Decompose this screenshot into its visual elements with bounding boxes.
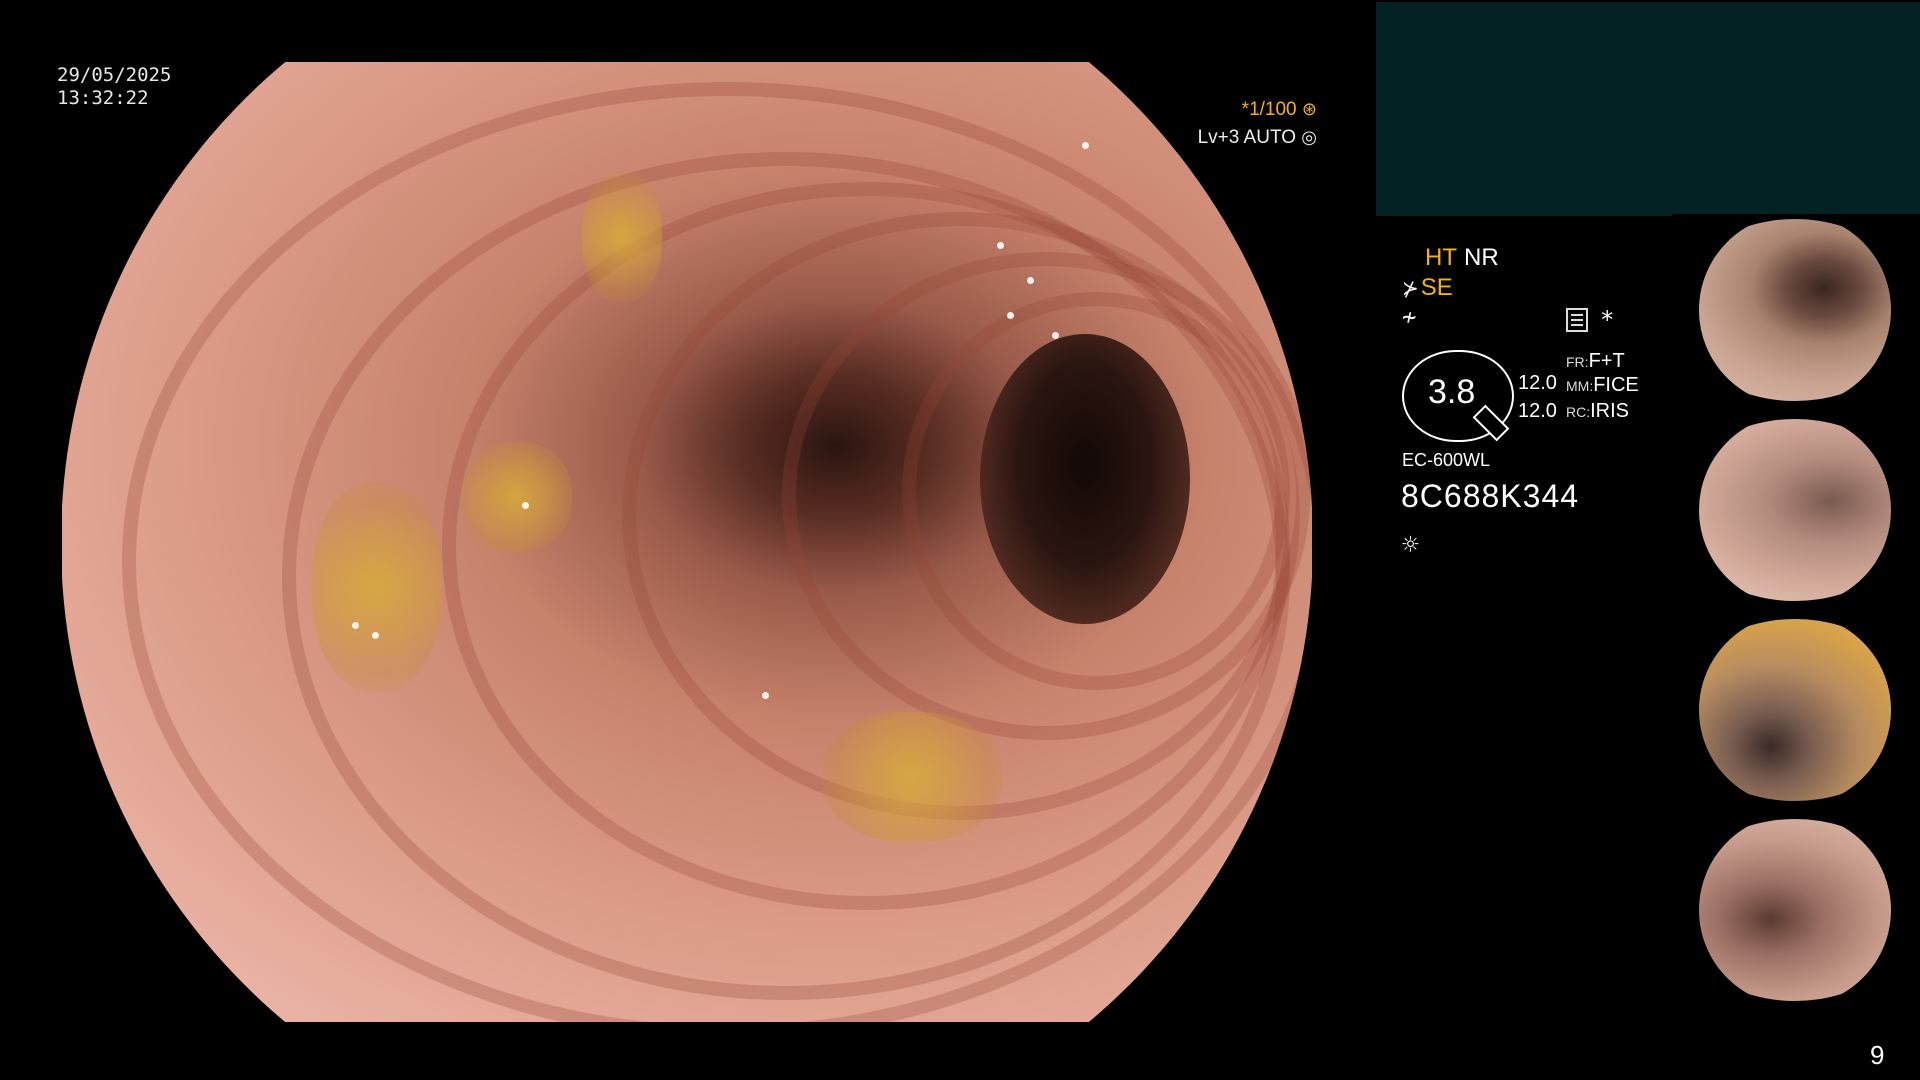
stool-residue xyxy=(582,172,662,302)
light-reflection xyxy=(997,242,1004,249)
rc-setting: RC:IRIS xyxy=(1566,400,1629,423)
light-reflection xyxy=(522,502,529,509)
light-reflection xyxy=(1007,312,1014,319)
nr-mode-label: NR xyxy=(1464,244,1499,271)
thumbnail-image xyxy=(1699,619,1891,801)
stool-residue xyxy=(462,442,572,552)
auto-iris-icon: ◎ xyxy=(1301,127,1317,147)
gauge-value: 3.8 xyxy=(1428,373,1476,411)
asterisk-indicator: * xyxy=(1600,306,1615,334)
gauge-value-2: 12.0 xyxy=(1518,400,1557,422)
se-mode-label: SE xyxy=(1420,274,1453,301)
light-level-value: Lv+3 AUTO xyxy=(1197,127,1296,148)
gauge-value-1: 12.0 xyxy=(1518,372,1557,394)
thumbnail-image xyxy=(1699,819,1891,1001)
scope-model: EC-600WL xyxy=(1402,450,1491,470)
mm-value: FICE xyxy=(1593,374,1639,396)
light-reflection xyxy=(352,622,359,629)
rc-value: IRIS xyxy=(1590,400,1630,422)
fr-value: F+T xyxy=(1588,350,1625,372)
thumbnail-image xyxy=(1699,419,1891,601)
structure-enhance-icon: ⊁ xyxy=(1402,278,1419,300)
se-mode: ⊁SE xyxy=(1402,274,1453,302)
shutter-speed: *1/100 ⊛ xyxy=(1242,99,1317,121)
light-level: Lv+3 AUTO ◎ xyxy=(1198,127,1317,149)
mm-setting: MM:FICE xyxy=(1566,374,1639,397)
light-source-icon: ☼ xyxy=(1402,528,1419,561)
light-reflection xyxy=(372,632,379,639)
fr-key: FR: xyxy=(1566,354,1589,370)
info-panel-header xyxy=(1376,2,1920,216)
scope-serial: 8C688K344 xyxy=(1401,478,1580,514)
mm-key: MM: xyxy=(1566,378,1594,394)
shutter-value: *1/100 xyxy=(1241,99,1297,120)
light-reflection xyxy=(1027,277,1034,284)
light-reflection xyxy=(1052,332,1059,339)
page-number: 9 xyxy=(1870,1040,1885,1070)
aperture-icon: ⊛ xyxy=(1301,99,1317,119)
capture-thumbnail[interactable] xyxy=(1672,614,1920,804)
time-text: 13:32:22 xyxy=(57,87,149,109)
date-text: 29/05/2025 xyxy=(57,64,172,86)
light-reflection xyxy=(762,692,769,699)
timestamp: 29/05/2025 13:32:22 xyxy=(57,64,171,110)
light-reflection xyxy=(1082,142,1089,149)
stool-residue xyxy=(312,482,442,692)
record-icon xyxy=(1566,308,1588,332)
ht-mode-label: HT xyxy=(1425,244,1457,271)
fr-setting: FR:F+T xyxy=(1566,350,1625,373)
colon-lumen xyxy=(980,334,1190,624)
endoscope-main-image xyxy=(62,62,1312,1022)
capture-thumbnail[interactable] xyxy=(1672,214,1920,404)
thumbnail-image xyxy=(1699,219,1891,401)
stool-residue xyxy=(822,712,1002,842)
enhancement-icon: ≁ xyxy=(1402,303,1417,331)
capture-thumbnail[interactable] xyxy=(1672,414,1920,604)
rc-key: RC: xyxy=(1566,404,1591,420)
capture-thumbnail[interactable] xyxy=(1672,814,1920,1004)
